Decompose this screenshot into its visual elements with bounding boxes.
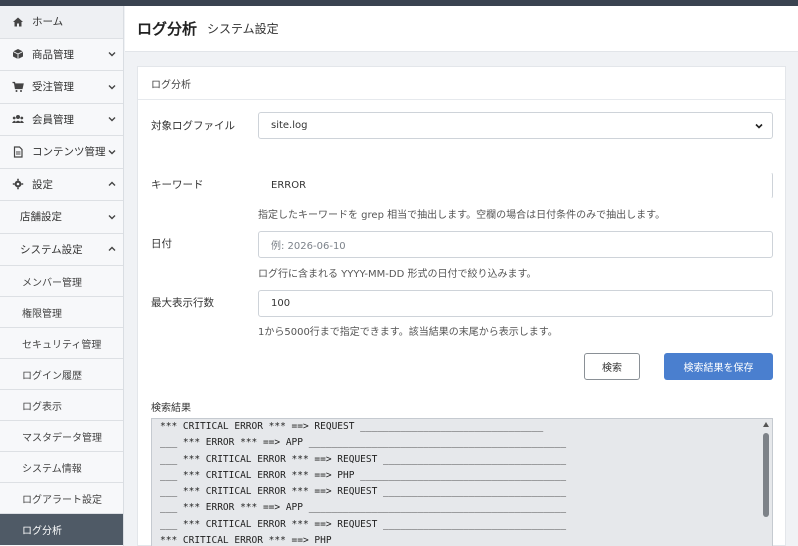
- max-rows-input[interactable]: 100: [258, 290, 773, 317]
- box-icon: [12, 48, 24, 60]
- sidebar-item-label: システム設定: [20, 243, 83, 256]
- results-label: 検索結果: [151, 403, 191, 414]
- chevron-down-icon: [108, 52, 116, 57]
- sidebar-item-label: ログ表示: [22, 401, 62, 413]
- log-line: ___ *** ERROR *** ==> APP ______________…: [160, 502, 567, 514]
- log-line: ___ *** ERROR *** ==> APP ______________…: [160, 437, 567, 449]
- max-rows-label: 最大表示行数: [151, 297, 214, 309]
- sidebar-item-label: マスタデータ管理: [22, 432, 102, 444]
- sidebar-item-label: コンテンツ管理: [32, 146, 106, 159]
- log-line: ___ *** CRITICAL ERROR *** ==> REQUEST _…: [160, 518, 567, 530]
- sidebar-item-member-management[interactable]: メンバー管理: [0, 266, 123, 297]
- log-line: ___ *** CRITICAL ERROR *** ==> PHP _____…: [160, 469, 567, 481]
- log-line: *** CRITICAL ERROR *** ==> REQUEST _____…: [160, 421, 544, 432]
- sidebar-item-members[interactable]: 会員管理: [0, 104, 123, 136]
- keyword-input[interactable]: ERROR: [258, 172, 773, 199]
- cart-icon: [12, 81, 24, 93]
- log-file-select[interactable]: site.log: [258, 112, 773, 139]
- sidebar-item-label: 権限管理: [22, 308, 62, 320]
- sidebar-item-log-view[interactable]: ログ表示: [0, 390, 123, 421]
- scrollbar[interactable]: [760, 419, 772, 546]
- date-label: 日付: [151, 238, 172, 250]
- keyword-label: キーワード: [151, 179, 204, 191]
- log-line: *** CRITICAL ERROR *** ==> PHP: [160, 535, 332, 546]
- keyword-help: 指定したキーワードを grep 相当で抽出します。空欄の場合は日付条件のみで抽出…: [258, 210, 666, 221]
- log-analysis-card: ログ分析 対象ログファイル site.log キーワード ERROR 指定したキ…: [137, 66, 786, 546]
- sidebar-item-label: システム情報: [22, 463, 82, 475]
- scrollbar-thumb[interactable]: [763, 433, 769, 517]
- sidebar-item-label: ログ分析: [22, 526, 62, 537]
- chevron-down-icon: [108, 117, 116, 122]
- sidebar-item-label: メンバー管理: [22, 277, 82, 289]
- sidebar-item-label: 会員管理: [32, 113, 74, 126]
- sidebar-item-label: 受注管理: [32, 81, 74, 94]
- log-line: ___ *** CRITICAL ERROR *** ==> REQUEST _…: [160, 486, 567, 498]
- sidebar-item-log-alert[interactable]: ログアラート設定: [0, 483, 123, 514]
- max-rows-value: 100: [271, 298, 291, 309]
- page-subtitle: システム設定: [207, 22, 279, 36]
- date-input[interactable]: 例: 2026-06-10: [258, 231, 773, 258]
- chevron-up-icon: [108, 246, 116, 252]
- sidebar-item-label: ログアラート設定: [22, 494, 102, 506]
- sidebar-item-system-settings[interactable]: システム設定: [0, 234, 123, 266]
- sidebar-item-label: ホーム: [32, 16, 64, 29]
- file-label: 対象ログファイル: [151, 120, 235, 132]
- log-line: ___ *** CRITICAL ERROR *** ==> REQUEST _…: [160, 453, 567, 465]
- sidebar-item-log-analysis[interactable]: ログ分析: [0, 514, 123, 545]
- sidebar-item-label: 商品管理: [32, 48, 74, 61]
- scroll-up-arrow-icon[interactable]: [763, 422, 769, 427]
- date-placeholder: 例: 2026-06-10: [271, 241, 346, 252]
- chevron-up-icon: [108, 181, 116, 187]
- save-results-button[interactable]: 検索結果を保存: [664, 353, 773, 380]
- sidebar-item-login-history[interactable]: ログイン履歴: [0, 359, 123, 390]
- log-file-value: site.log: [271, 120, 308, 131]
- sidebar-item-label: 店舗設定: [20, 211, 62, 224]
- sidebar-item-label: 設定: [32, 178, 53, 191]
- chevron-down-icon: [755, 123, 763, 129]
- page-header: ログ分析 システム設定: [125, 6, 798, 52]
- search-button[interactable]: 検索: [584, 353, 640, 380]
- page-title: ログ分析: [137, 20, 198, 38]
- sidebar-item-products[interactable]: 商品管理: [0, 39, 123, 71]
- sidebar-item-settings[interactable]: 設定: [0, 169, 123, 201]
- sidebar-item-store-settings[interactable]: 店舗設定: [0, 201, 123, 234]
- sidebar-item-master-data[interactable]: マスタデータ管理: [0, 421, 123, 452]
- max-rows-help: 1から5000行まで指定できます。該当結果の末尾から表示します。: [258, 327, 558, 338]
- results-textarea[interactable]: *** CRITICAL ERROR *** ==> REQUEST _____…: [151, 418, 773, 546]
- card-title: ログ分析: [138, 67, 785, 100]
- date-help: ログ行に含まれる YYYY-MM-DD 形式の日付で絞り込みます。: [258, 269, 537, 280]
- sidebar-item-contents[interactable]: コンテンツ管理: [0, 136, 123, 169]
- keyword-value: ERROR: [271, 180, 307, 191]
- sidebar-item-label: ログイン履歴: [22, 370, 82, 382]
- sidebar-item-system-info[interactable]: システム情報: [0, 452, 123, 483]
- sidebar-item-home[interactable]: ホーム: [0, 6, 123, 39]
- sidebar: ホーム 商品管理 受注管理 会員管理 コンテンツ管理 設定 店舗設定 システム設…: [0, 6, 124, 546]
- sidebar-item-label: セキュリティ管理: [22, 339, 102, 351]
- sidebar-item-permissions[interactable]: 権限管理: [0, 297, 123, 328]
- document-icon: [12, 146, 24, 158]
- home-icon: [12, 16, 24, 28]
- sidebar-item-orders[interactable]: 受注管理: [0, 71, 123, 104]
- gear-icon: [12, 178, 24, 190]
- chevron-down-icon: [108, 84, 116, 90]
- chevron-down-icon: [108, 214, 116, 220]
- users-icon: [12, 113, 24, 125]
- chevron-down-icon: [108, 149, 116, 155]
- sidebar-item-security[interactable]: セキュリティ管理: [0, 328, 123, 359]
